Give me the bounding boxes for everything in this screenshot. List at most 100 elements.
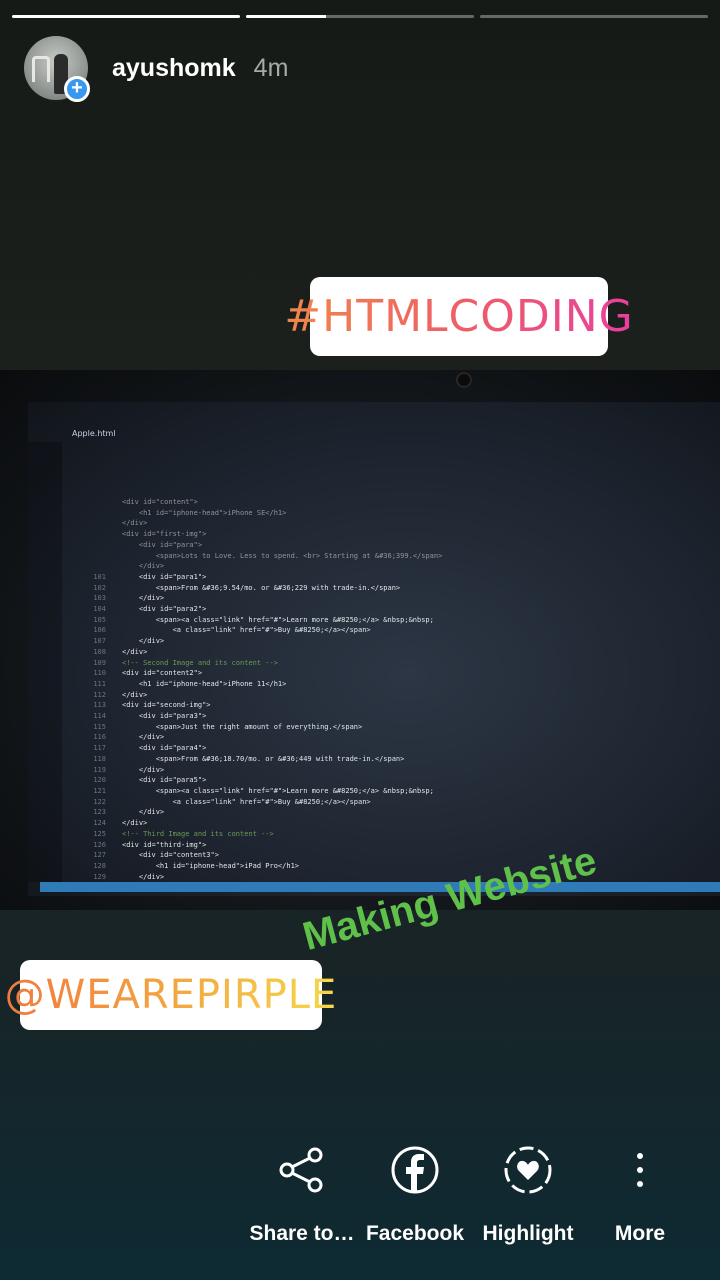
code-text: <!-- Third Image and its content --> [122, 829, 274, 838]
progress-segment [480, 15, 708, 18]
share-button[interactable]: Share to… [242, 1140, 362, 1246]
line-number: 125 [93, 829, 106, 838]
code-line: 123 </div> [66, 807, 686, 818]
laptop-camera [456, 372, 472, 388]
code-text: </div> [122, 594, 165, 603]
code-text: <span><a class="link" href="#">Learn mor… [122, 615, 434, 624]
plus-icon[interactable]: + [64, 76, 90, 102]
story-photo: Apple.html <div id="content"> <h1 id="ip… [0, 370, 720, 910]
progress-segment [246, 15, 474, 18]
code-line: 118 <span>From &#36;18.70/mo. or &#36;44… [66, 754, 686, 765]
more-button[interactable]: More [580, 1140, 700, 1246]
code-line: 106 <a class="link" href="#">Buy &#8250;… [66, 625, 686, 636]
code-text: </div> [122, 519, 148, 528]
code-line: 113 <div id="second-img"> [66, 700, 686, 711]
line-number: 109 [93, 658, 106, 667]
code-line: 115 <span>Just the right amount of every… [66, 722, 686, 733]
code-line: 107 </div> [66, 636, 686, 647]
code-line: 101 <div id="para1"> [66, 572, 686, 583]
editor-activity-bar [28, 442, 62, 882]
code-text: <div id="para4"> [122, 744, 207, 753]
line-number: 119 [93, 765, 106, 774]
mention-sticker[interactable]: @WEAREPIRPLE [5, 960, 336, 1030]
hashtag-sticker[interactable]: #HTMLCODING [284, 277, 633, 356]
line-number: 103 [93, 594, 106, 603]
line-number: 104 [93, 605, 106, 614]
highlight-label: Highlight [482, 1222, 574, 1245]
code-text: <a class="link" href="#">Buy &#8250;</a>… [122, 626, 371, 635]
code-line: 109 <!-- Second Image and its content --> [66, 658, 686, 669]
story-actions: Share to… Facebook Highlight More [0, 1140, 720, 1260]
line-number: 101 [93, 572, 106, 581]
line-number: 124 [93, 819, 106, 828]
username[interactable]: ayushomk [112, 54, 236, 83]
code-text: </div> [122, 690, 148, 699]
code-text: </div> [122, 765, 165, 774]
code-line: 126 <div id="third-img"> [66, 840, 686, 851]
code-text: <div id="para5"> [122, 776, 207, 785]
line-number: 126 [93, 840, 106, 849]
code-text: <div id="para1"> [122, 572, 207, 581]
code-line: 105 <span><a class="link" href="#">Learn… [66, 615, 686, 626]
more-vertical-icon [580, 1140, 700, 1200]
more-label: More [614, 1222, 666, 1245]
code-line: </div> [66, 518, 686, 529]
code-line: </div> [66, 561, 686, 572]
code-text: </div> [122, 637, 165, 646]
line-number: 102 [93, 583, 106, 592]
code-text: </div> [122, 819, 148, 828]
code-line: 104 <div id="para2"> [66, 604, 686, 615]
code-text: <div id="para3"> [122, 712, 207, 721]
line-number: 113 [93, 701, 106, 710]
line-number: 129 [93, 872, 106, 881]
line-number: 123 [93, 808, 106, 817]
code-text: <h1 id="iphone-head">iPhone 11</h1> [122, 679, 287, 688]
code-text: <span>From &#36;18.70/mo. or &#36;449 wi… [122, 754, 405, 763]
facebook-button[interactable]: Facebook [355, 1140, 475, 1246]
code-text: </div> [122, 808, 165, 817]
line-number: 112 [93, 690, 106, 699]
facebook-icon [355, 1140, 475, 1200]
line-number: 122 [93, 797, 106, 806]
code-line: <h1 id="iphone-head">iPhone SE</h1> [66, 508, 686, 519]
line-number: 121 [93, 786, 106, 795]
code-text: <span>From &#36;9.54/mo. or &#36;229 wit… [122, 583, 401, 592]
code-block: <div id="content"> <h1 id="iphone-head">… [66, 497, 686, 882]
line-number: 111 [93, 679, 106, 688]
code-text: <h1 id="iphone-head">iPhone SE</h1> [122, 508, 287, 517]
code-text: <span>Just the right amount of everythin… [122, 722, 363, 731]
editor-tab: Apple.html [72, 429, 116, 438]
code-text: </div> [122, 562, 165, 571]
line-number: 108 [93, 647, 106, 656]
line-number: 116 [93, 733, 106, 742]
code-line: <span>Lots to Love. Less to spend. <br> … [66, 551, 686, 562]
facebook-label: Facebook [365, 1222, 465, 1245]
code-line: 110 <div id="content2"> [66, 668, 686, 679]
line-number: 128 [93, 861, 106, 870]
code-line: 114 <div id="para3"> [66, 711, 686, 722]
line-number: 117 [93, 744, 106, 753]
editor-menubar [28, 410, 720, 424]
code-line: 103 </div> [66, 593, 686, 604]
progress-fill [12, 15, 240, 18]
line-number: 115 [93, 722, 106, 731]
code-line: 112 </div> [66, 690, 686, 701]
code-line: 116 </div> [66, 732, 686, 743]
line-number: 114 [93, 712, 106, 721]
line-number: 110 [93, 669, 106, 678]
avatar[interactable]: + [24, 36, 90, 102]
line-number: 106 [93, 626, 106, 635]
code-line: 108 </div> [66, 647, 686, 658]
code-text: <span><a class="link" href="#">Learn mor… [122, 786, 434, 795]
highlight-button[interactable]: Highlight [468, 1140, 588, 1246]
code-text: <div id="content3"> [122, 851, 219, 860]
editor-status-bar [40, 882, 720, 892]
code-line: 121 <span><a class="link" href="#">Learn… [66, 786, 686, 797]
story-progress [12, 15, 708, 19]
code-line: 111 <h1 id="iphone-head">iPhone 11</h1> [66, 679, 686, 690]
code-text: <!-- Second Image and its content --> [122, 658, 278, 667]
code-text: <div id="para2"> [122, 605, 207, 614]
code-text: <a class="link" href="#">Buy &#8250;</a>… [122, 797, 371, 806]
line-number: 105 [93, 615, 106, 624]
avatar-gate-shape [32, 56, 50, 82]
